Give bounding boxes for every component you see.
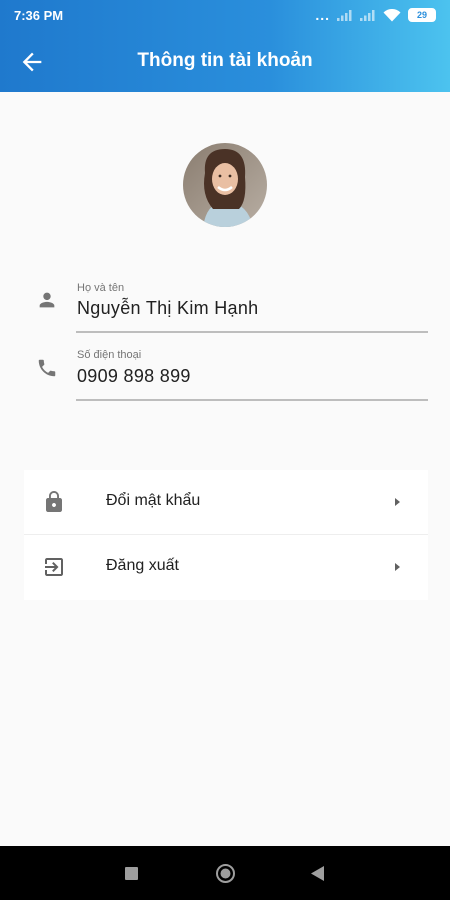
chevron-right-icon (395, 563, 400, 571)
status-bar: 7:36 PM ... 29 (0, 0, 450, 30)
name-label: Họ và tên (77, 282, 125, 294)
chevron-right-icon (395, 498, 400, 506)
avatar[interactable] (183, 143, 267, 227)
arrow-left-icon[interactable] (18, 48, 46, 76)
phone-label: Số điện thoại (77, 349, 142, 361)
notification-dots-icon: ... (315, 7, 330, 23)
battery-icon: 29 (408, 8, 436, 22)
system-nav-bar (0, 846, 450, 900)
status-icons: ... 29 (315, 7, 436, 23)
phone-underline (76, 399, 428, 401)
wifi-icon (383, 8, 401, 21)
signal-icon-2 (360, 10, 375, 21)
recents-square-icon[interactable] (125, 867, 138, 880)
change-password-label: Đổi mật khẩu (106, 492, 201, 509)
home-circle-icon[interactable] (215, 863, 236, 884)
name-value[interactable]: Nguyễn Thị Kim Hạnh (77, 298, 258, 319)
name-underline (76, 331, 428, 333)
logout-item[interactable]: Đăng xuất (24, 535, 428, 599)
logout-label: Đăng xuất (106, 557, 179, 574)
status-time: 7:36 PM (14, 7, 64, 23)
signal-icon (337, 10, 352, 21)
avatar-photo (183, 143, 267, 227)
page-title: Thông tin tài khoản (137, 50, 313, 71)
app-header: 7:36 PM ... 29 Thông tin tài khoản (0, 0, 450, 92)
change-password-item[interactable]: Đổi mật khẩu (24, 470, 428, 534)
lock-icon (46, 491, 62, 512)
person-icon (39, 292, 55, 308)
name-field[interactable]: Họ và tên Nguyễn Thị Kim Hạnh (0, 280, 450, 340)
app-bar: Thông tin tài khoản (0, 30, 450, 92)
back-triangle-icon[interactable] (311, 866, 324, 881)
phone-icon (38, 359, 56, 377)
phone-field[interactable]: Số điện thoại 0909 898 899 (0, 347, 450, 407)
account-menu: Đổi mật khẩu Đăng xuất (24, 470, 428, 600)
phone-value[interactable]: 0909 898 899 (77, 366, 191, 387)
logout-icon (45, 558, 63, 576)
